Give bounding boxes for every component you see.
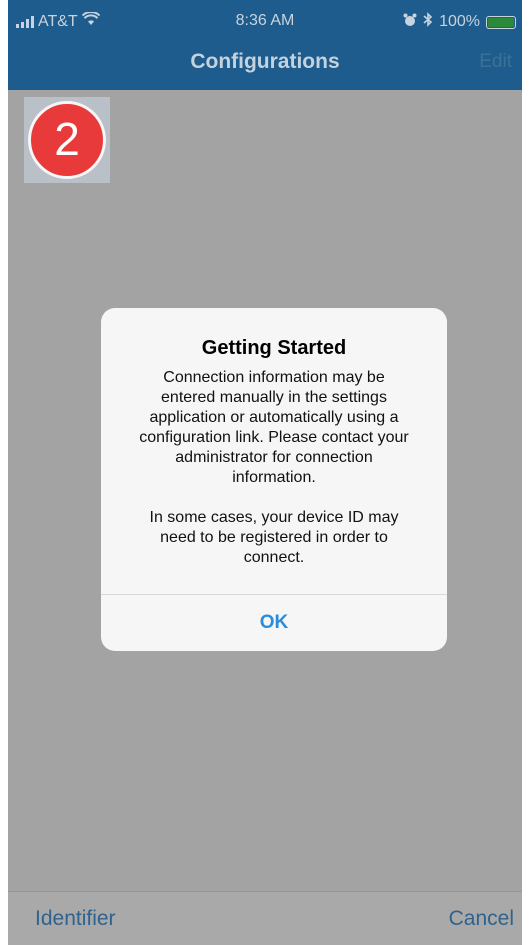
bottom-toolbar: Identifier Cancel xyxy=(8,891,522,945)
alert-title: Getting Started xyxy=(201,337,347,359)
alert-body: Getting Started Connection information m… xyxy=(101,308,447,594)
alert-message: Connection information may be entered ma… xyxy=(139,369,409,566)
ok-button[interactable]: OK xyxy=(101,595,447,651)
page-title: Configurations xyxy=(190,50,340,73)
cancel-button[interactable]: Cancel xyxy=(449,907,514,931)
edit-button[interactable]: Edit xyxy=(479,51,512,73)
battery-percent: 100% xyxy=(439,13,480,30)
alarm-icon xyxy=(403,13,417,32)
bluetooth-icon xyxy=(423,12,433,32)
step-number-badge: 2 xyxy=(28,101,106,179)
battery-icon xyxy=(486,15,516,29)
status-bar: AT&T 8:36 AM 100% xyxy=(8,0,522,40)
step-badge-annotation: 2 xyxy=(24,97,110,183)
navigation-header: AT&T 8:36 AM 100% Configurations Edit xyxy=(8,0,522,90)
getting-started-alert: Getting Started Connection information m… xyxy=(101,308,447,651)
app-screen: AT&T 8:36 AM 100% Configurations Edit 2 … xyxy=(8,0,522,945)
identifier-button[interactable]: Identifier xyxy=(35,907,116,931)
status-right: 100% xyxy=(403,12,516,32)
